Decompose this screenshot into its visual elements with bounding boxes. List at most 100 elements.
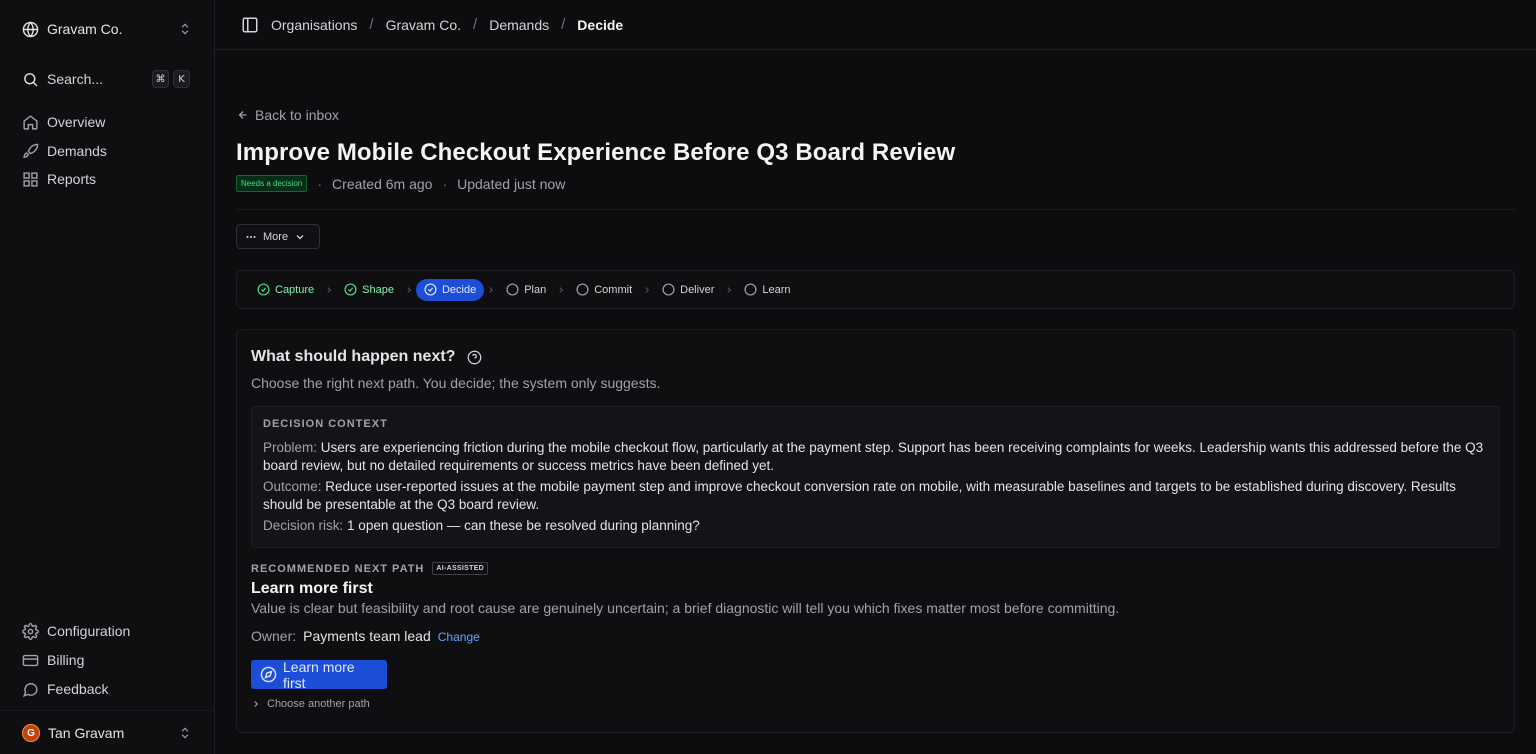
context-outcome: Outcome: Reduce user-reported issues at … [263, 478, 1488, 514]
chevrons-up-down-icon [178, 726, 192, 740]
breadcrumb-demands[interactable]: Demands [489, 17, 549, 33]
change-owner-link[interactable]: Change [438, 630, 480, 644]
sidebar-item-label: Reports [47, 171, 97, 187]
breadcrumb: Organisations / Gravam Co. / Demands / D… [215, 0, 1536, 50]
step-label: Learn [762, 283, 791, 296]
sidebar-item-label: Billing [47, 652, 85, 668]
problem-key: Problem: [263, 440, 318, 455]
meta-separator: · [317, 175, 323, 192]
check-circle-icon [257, 283, 270, 296]
step-label: Shape [362, 283, 394, 296]
risk-key: Decision risk: [263, 518, 344, 533]
search-icon [22, 71, 39, 88]
step-label: Plan [524, 283, 547, 296]
sidebar-item-label: Feedback [47, 681, 109, 697]
step-capture[interactable]: Capture [249, 279, 322, 301]
owner-row: Owner: Payments team lead Change [251, 628, 480, 644]
sidebar-item-label: Overview [47, 114, 106, 130]
owner-key: Owner: [251, 628, 297, 644]
back-label: Back to inbox [255, 107, 340, 123]
sidebar-divider [0, 710, 214, 711]
chevron-right-icon [324, 285, 334, 295]
breadcrumb-separator: / [369, 16, 374, 33]
more-label: More [263, 230, 289, 243]
risk-text: 1 open question — can these be resolved … [347, 518, 700, 533]
chevron-down-icon [294, 231, 306, 243]
workflow-stepper: Capture Shape Decide Plan Commit Deliver… [236, 270, 1515, 309]
arrow-left-icon [237, 109, 249, 121]
breadcrumb-org[interactable]: Gravam Co. [386, 17, 461, 33]
decision-question-text: What should happen next? [251, 348, 456, 365]
step-label: Commit [594, 283, 633, 296]
recommended-heading-text: RECOMMENDED NEXT PATH [251, 562, 425, 575]
choose-another-path-label: Choose another path [267, 698, 370, 710]
step-plan[interactable]: Plan [498, 279, 554, 301]
decision-card: What should happen next? Choose the righ… [236, 329, 1515, 733]
avatar: G [22, 724, 40, 742]
sidebar-item-feedback[interactable]: Feedback [14, 676, 200, 702]
user-menu[interactable]: G Tan Gravam [14, 718, 200, 748]
demand-meta: Needs a decision · Created 6m ago · Upda… [236, 175, 565, 192]
step-deliver[interactable]: Deliver [654, 279, 722, 301]
chevron-right-icon [251, 699, 261, 709]
org-switcher[interactable]: Gravam Co. [14, 12, 200, 46]
chevrons-up-down-icon [178, 22, 192, 36]
breadcrumb-separator: / [561, 16, 566, 33]
choose-another-path-toggle[interactable]: Choose another path [251, 698, 370, 710]
step-label: Decide [441, 283, 477, 296]
context-heading: DECISION CONTEXT [263, 418, 388, 430]
ai-assisted-badge: AI-ASSISTED [432, 562, 489, 575]
sidebar-item-overview[interactable]: Overview [14, 109, 200, 135]
recommendation-title: Learn more first [251, 580, 373, 597]
more-button[interactable]: More [236, 224, 320, 249]
breadcrumb-current: Decide [577, 16, 624, 33]
help-circle-icon[interactable] [455, 350, 482, 365]
owner-value: Payments team lead [303, 628, 431, 644]
app: Gravam Co. Search... ⌘ K Overview Demand… [0, 0, 1536, 754]
step-label: Capture [275, 283, 315, 296]
chevron-right-icon [556, 285, 566, 295]
outcome-key: Outcome: [263, 479, 322, 494]
circle-icon [744, 283, 757, 296]
breadcrumb-organisations[interactable]: Organisations [271, 17, 357, 33]
step-decide[interactable]: Decide [415, 278, 485, 301]
page-title: Improve Mobile Checkout Experience Befor… [236, 139, 956, 166]
sidebar-item-configuration[interactable]: Configuration [14, 618, 200, 644]
search-button[interactable]: Search... ⌘ K [14, 64, 200, 94]
sidebar-item-label: Configuration [47, 623, 131, 639]
learn-more-first-button[interactable]: Learn more first [251, 658, 387, 691]
decision-context: DECISION CONTEXT Problem: Users are expe… [251, 406, 1500, 548]
sidebar-item-label: Demands [47, 143, 107, 159]
meta-separator: · [442, 175, 448, 192]
sidebar-item-reports[interactable]: Reports [14, 166, 200, 192]
grid-icon [22, 171, 39, 188]
more-dots-icon [245, 231, 257, 243]
globe-icon [22, 21, 39, 38]
divider [236, 209, 1515, 210]
step-learn[interactable]: Learn [736, 279, 798, 301]
check-circle-icon [344, 283, 357, 296]
main-content: Organisations / Gravam Co. / Demands / D… [215, 0, 1536, 754]
sidebar-item-demands[interactable]: Demands [14, 138, 200, 164]
target-circle-icon [424, 283, 437, 296]
recommendation-description: Value is clear but feasibility and root … [251, 600, 1120, 616]
sidebar-item-billing[interactable]: Billing [14, 647, 200, 673]
chat-icon [22, 681, 39, 698]
recommended-heading: RECOMMENDED NEXT PATH AI-ASSISTED [251, 562, 489, 575]
sidebar-toggle-icon[interactable] [241, 16, 259, 34]
back-to-inbox-link[interactable]: Back to inbox [237, 107, 339, 123]
circle-icon [576, 283, 589, 296]
step-commit[interactable]: Commit [568, 279, 640, 301]
circle-icon [506, 283, 519, 296]
gear-icon [22, 622, 39, 640]
user-name: Tan Gravam [48, 725, 125, 741]
status-badge: Needs a decision [236, 175, 308, 192]
breadcrumb-separator: / [473, 16, 478, 33]
step-shape[interactable]: Shape [336, 279, 402, 301]
rocket-icon [22, 143, 39, 160]
primary-button-label: Learn more first [283, 658, 355, 691]
shortcut-cmd-key: ⌘ [152, 70, 169, 88]
circle-icon [662, 283, 675, 296]
step-label: Deliver [680, 283, 715, 296]
updated-time: Updated just now [457, 175, 566, 192]
